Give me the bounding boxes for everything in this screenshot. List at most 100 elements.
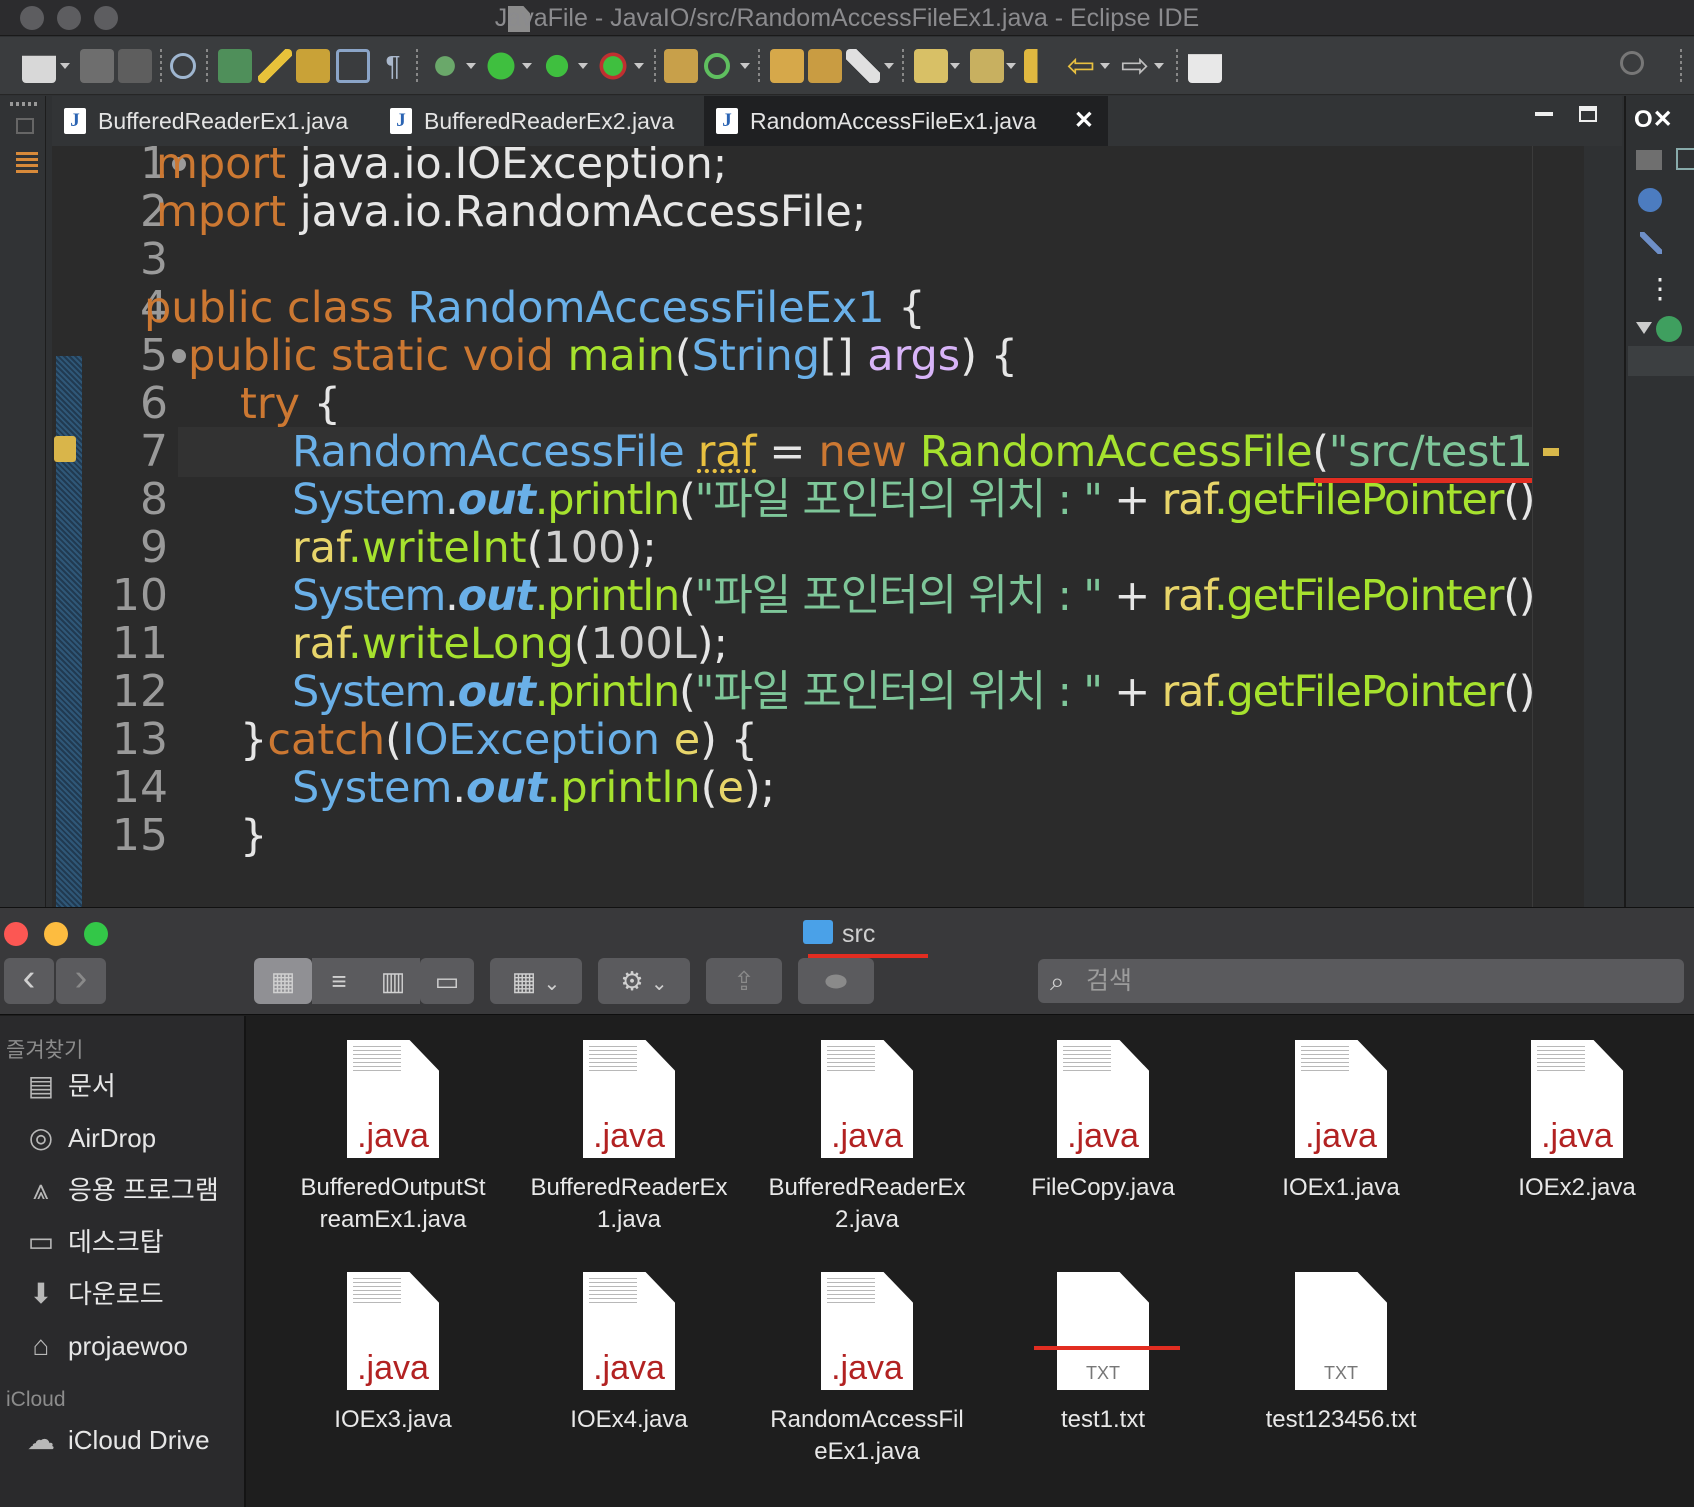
open-type-icon[interactable]: [296, 49, 330, 83]
outline-selected-row[interactable]: [1628, 346, 1694, 376]
chevron-down-icon[interactable]: [740, 63, 750, 69]
code-line-6[interactable]: try {: [240, 378, 341, 430]
close-window-button[interactable]: [4, 922, 28, 946]
code-line-7[interactable]: RandomAccessFile raf = new RandomAccessF…: [292, 426, 1584, 478]
open-folder-icon[interactable]: [770, 49, 804, 83]
file-item[interactable]: TXT test1.txt: [988, 1272, 1218, 1436]
code-line-9[interactable]: raf.writeInt(100);: [292, 522, 657, 574]
more-options-icon[interactable]: ⋮: [1646, 274, 1674, 304]
search-icon[interactable]: [1620, 51, 1644, 75]
external-tools-icon[interactable]: [596, 49, 630, 83]
code-line-14[interactable]: System.out.println(e);: [292, 762, 775, 814]
close-icon[interactable]: ✕: [1074, 96, 1094, 146]
hide-fields-icon[interactable]: [1638, 188, 1662, 212]
chevron-down-icon[interactable]: [634, 63, 644, 69]
file-item[interactable]: .java FileCopy.java: [988, 1040, 1218, 1204]
file-item[interactable]: .java BufferedReaderEx 1.java: [514, 1040, 744, 1236]
warning-lightbulb-icon[interactable]: [54, 436, 76, 462]
sidebar-item-home[interactable]: ⌂ projaewoo: [24, 1326, 188, 1366]
tags-button[interactable]: ⬬: [798, 958, 874, 1004]
last-edit-icon[interactable]: [1024, 49, 1058, 83]
show-whitespace-icon[interactable]: ¶: [376, 49, 410, 83]
forward-button[interactable]: ›: [56, 958, 106, 1004]
file-item[interactable]: .java IOEx3.java: [278, 1272, 508, 1436]
code-line-1[interactable]: mport java.io.IOException;: [156, 146, 727, 190]
zoom-window-button[interactable]: [84, 922, 108, 946]
gallery-view-button[interactable]: ▭: [420, 958, 474, 1004]
chevron-down-icon[interactable]: [1154, 63, 1164, 69]
sidebar-item-desktop[interactable]: ▭ 데스크탑: [24, 1222, 164, 1262]
code-line-2[interactable]: mport java.io.RandomAccessFile;: [156, 186, 866, 238]
run-icon[interactable]: [484, 49, 518, 83]
file-item[interactable]: .java BufferedOutputSt reamEx1.java: [278, 1040, 508, 1236]
search-input[interactable]: ⌕ 검색: [1038, 959, 1684, 1003]
maximize-icon[interactable]: [1579, 106, 1597, 122]
overview-ruler[interactable]: [1532, 146, 1584, 907]
tab-random-access-file-ex1[interactable]: J RandomAccessFileEx1.java ✕: [704, 96, 1108, 146]
code-editor[interactable]: 1 2 3 4 5 6 7 8 9 10 11 12 13 14 15 mpor…: [52, 146, 1584, 907]
restore-icon[interactable]: [16, 118, 34, 134]
tab-buffered-reader-ex1[interactable]: J BufferedReaderEx1.java: [52, 96, 378, 146]
sort-icon[interactable]: [1676, 148, 1694, 170]
file-item[interactable]: .java BufferedReaderEx 2.java: [752, 1040, 982, 1236]
hide-static-icon[interactable]: [1640, 232, 1662, 254]
coverage-icon[interactable]: [540, 49, 574, 83]
code-line-11[interactable]: raf.writeLong(100L);: [292, 618, 728, 670]
package-explorer-icon[interactable]: [16, 152, 38, 174]
file-item[interactable]: TXT test123456.txt: [1226, 1272, 1456, 1436]
sidebar-item-icloud-drive[interactable]: ☁ iCloud Drive: [24, 1420, 210, 1460]
chevron-down-icon[interactable]: [1636, 322, 1652, 334]
chevron-down-icon[interactable]: [578, 63, 588, 69]
chevron-down-icon[interactable]: [1006, 63, 1016, 69]
code-line-15[interactable]: }: [240, 810, 267, 862]
folder-icon[interactable]: [808, 49, 842, 83]
file-item[interactable]: .java IOEx2.java: [1462, 1040, 1692, 1204]
open-task-icon[interactable]: [336, 49, 370, 83]
fold-icon[interactable]: [172, 349, 186, 363]
code-line-10[interactable]: System.out.println("파일 포인터의 위치 : " + raf…: [292, 570, 1564, 622]
sidebar-item-downloads[interactable]: ⬇ 다운로드: [24, 1274, 163, 1314]
pencil-icon[interactable]: [846, 49, 880, 83]
class-icon[interactable]: [1656, 316, 1682, 342]
chevron-down-icon[interactable]: [466, 63, 476, 69]
warning-marker[interactable]: [1543, 448, 1559, 456]
open-perspective-icon[interactable]: [664, 49, 698, 83]
pin-editor-icon[interactable]: [1188, 54, 1222, 83]
debug-icon[interactable]: [428, 49, 462, 83]
chevron-down-icon[interactable]: [1100, 63, 1110, 69]
drag-handle[interactable]: [10, 102, 40, 106]
minimize-window-button[interactable]: [44, 922, 68, 946]
back-arrow-icon[interactable]: ⇦: [1064, 49, 1098, 83]
code-line-5[interactable]: public static void main(String[] args) {: [188, 330, 1018, 382]
chevron-down-icon[interactable]: [60, 63, 70, 69]
file-item[interactable]: .java RandomAccessFil eEx1.java: [752, 1272, 982, 1468]
chevron-down-icon[interactable]: [884, 63, 894, 69]
action-button[interactable]: ⚙ ⌄: [598, 958, 690, 1004]
save-all-icon[interactable]: [118, 49, 152, 83]
sidebar-item-applications[interactable]: ⩓ 응용 프로그램: [24, 1170, 219, 1210]
save-icon[interactable]: [80, 49, 114, 83]
collapse-all-icon[interactable]: [1636, 150, 1662, 170]
tab-buffered-reader-ex2[interactable]: J BufferedReaderEx2.java: [378, 96, 704, 146]
minimize-icon[interactable]: [1535, 112, 1553, 116]
group-button[interactable]: ▦ ⌄: [490, 958, 582, 1004]
refresh-icon[interactable]: [704, 53, 730, 79]
sidebar-item-airdrop[interactable]: ◎ AirDrop: [24, 1118, 156, 1158]
column-view-button[interactable]: ▥: [366, 958, 420, 1004]
outline-tab-label[interactable]: O✕: [1634, 100, 1673, 140]
highlight-icon[interactable]: [258, 49, 292, 83]
list-view-button[interactable]: ≡: [312, 958, 366, 1004]
file-item[interactable]: .java IOEx1.java: [1226, 1040, 1456, 1204]
previous-annotation-icon[interactable]: [970, 49, 1004, 83]
new-class-icon[interactable]: [218, 49, 252, 83]
next-annotation-icon[interactable]: [914, 49, 948, 83]
new-file-icon[interactable]: [22, 55, 56, 83]
code-line-12[interactable]: System.out.println("파일 포인터의 위치 : " + raf…: [292, 666, 1564, 718]
back-button[interactable]: ‹: [4, 958, 54, 1004]
search-target-icon[interactable]: [170, 53, 196, 79]
forward-arrow-icon[interactable]: ⇨: [1118, 49, 1152, 83]
sidebar-item-documents[interactable]: ▤ 문서: [24, 1066, 116, 1106]
icon-view-button[interactable]: ▦: [254, 958, 312, 1004]
chevron-down-icon[interactable]: [522, 63, 532, 69]
chevron-down-icon[interactable]: [950, 63, 960, 69]
